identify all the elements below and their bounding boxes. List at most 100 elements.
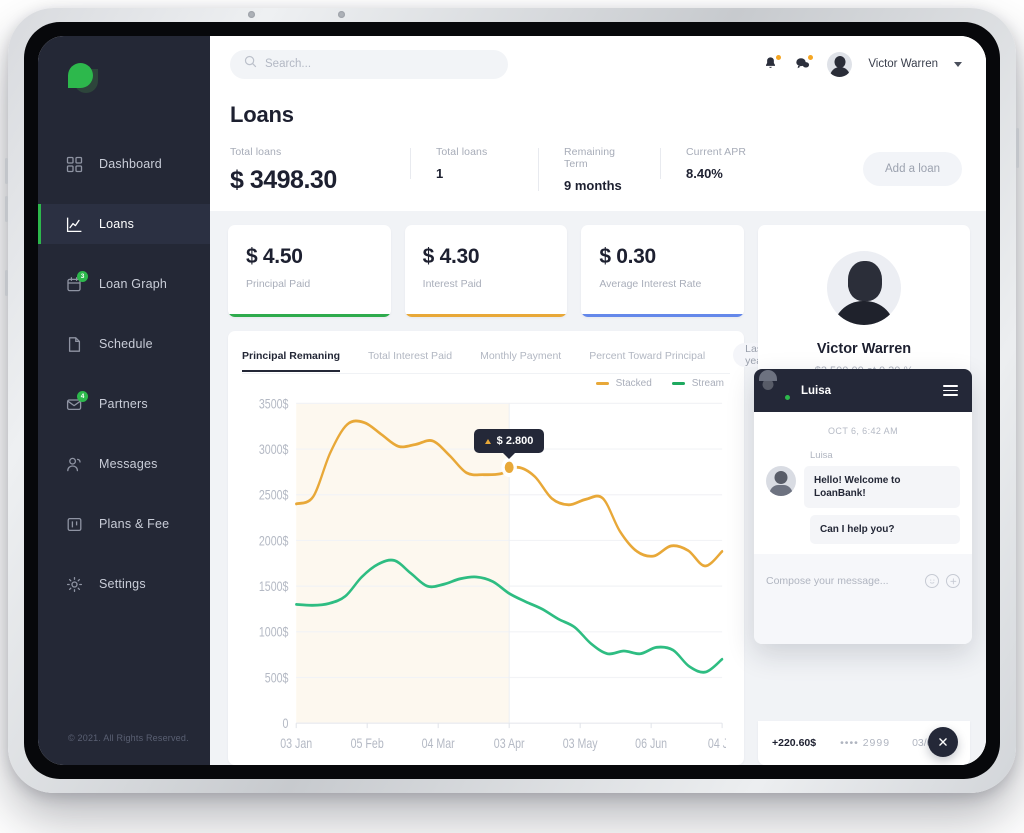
card-amount: $ 0.30	[599, 245, 656, 268]
card-principal-paid[interactable]: $ 4.50 Principal Paid	[228, 225, 391, 317]
profile-avatar	[827, 251, 901, 325]
tab-total-interest-paid[interactable]: Total Interest Paid	[368, 346, 452, 371]
stat-label: Current APR	[686, 146, 747, 158]
board-icon	[66, 516, 83, 533]
main-area: Victor Warren Loans Total loans $ 3498.3…	[210, 36, 986, 765]
sidebar-badge: 3	[77, 270, 88, 282]
tab-monthly-payment[interactable]: Monthly Payment	[480, 346, 561, 371]
svg-text:3000$: 3000$	[259, 442, 289, 458]
sidebar-nav: Dashboard Loans 3 Loan Graph Schedule 4 …	[38, 144, 210, 604]
plus-circle-icon[interactable]	[946, 574, 960, 588]
tab-principal-remaning[interactable]: Principal Remaning	[242, 346, 341, 372]
mail-icon: 4	[66, 390, 88, 413]
chat-icon[interactable]	[795, 55, 814, 72]
svg-text:04 Mar: 04 Mar	[422, 736, 455, 752]
card-caption: Principal Paid	[246, 278, 311, 290]
page-title: Loans	[230, 102, 294, 127]
topbar-actions: Victor Warren	[763, 51, 962, 77]
stat-total-loans-count: Total loans 1	[410, 146, 538, 181]
sidebar-item-partners[interactable]: 4 Partners	[38, 384, 210, 424]
app-logo[interactable]	[38, 36, 210, 120]
sidebar-item-schedule[interactable]: Schedule	[38, 324, 210, 364]
sidebar-item-label: Schedule	[99, 337, 153, 351]
chart-tooltip: $ 2.800	[473, 429, 545, 454]
sidebar-item-label: Partners	[99, 397, 148, 411]
stat-value: 9 months	[564, 178, 622, 193]
app-screen: Dashboard Loans 3 Loan Graph Schedule 4 …	[38, 36, 986, 765]
stat-value: 1	[436, 166, 444, 181]
chat-composer[interactable]: Compose your message...	[754, 554, 972, 608]
chart-plot-area: Stacked Stream $ 2.800 0 500$ 1000$ 1500…	[242, 374, 730, 765]
stat-label: Total loans	[230, 146, 282, 158]
stat-value: $ 3498.30	[230, 166, 337, 194]
stat-remaining-term: Remaining Term 9 months	[538, 146, 660, 193]
side-button[interactable]	[5, 270, 8, 296]
card-accent-bar	[404, 314, 568, 317]
card-accent-bar	[581, 314, 745, 317]
hamburger-icon[interactable]	[943, 385, 958, 396]
search-icon	[244, 55, 257, 73]
topbar: Victor Warren	[210, 36, 986, 92]
tooltip-value: $ 2.800	[496, 435, 534, 448]
search-input[interactable]	[265, 58, 494, 70]
legend-item-stacked[interactable]: Stacked	[595, 378, 652, 389]
chat-agent-name: Luisa	[801, 384, 832, 397]
sidebar-item-messages[interactable]: Messages	[38, 444, 210, 484]
card-caption: Average Interest Rate	[599, 278, 702, 290]
legend-swatch	[595, 381, 609, 386]
sidebar-item-label: Settings	[99, 577, 146, 591]
avatar[interactable]	[827, 51, 853, 77]
legend-item-stream[interactable]: Stream	[671, 378, 724, 389]
content-area: $ 4.50 Principal Paid $ 4.30 Interest Pa…	[210, 211, 986, 765]
card-interest-paid[interactable]: $ 4.30 Interest Paid	[404, 225, 568, 317]
svg-text:05 Feb: 05 Feb	[351, 736, 384, 752]
bell-icon[interactable]	[763, 55, 782, 72]
grid-icon	[66, 156, 83, 173]
transaction-amount: +220.60$	[772, 737, 817, 749]
power-button[interactable]	[1016, 128, 1019, 168]
camera-dot	[248, 11, 255, 18]
chat-header: Luisa	[754, 369, 972, 412]
chat-message-avatar	[766, 466, 796, 496]
close-icon[interactable]	[928, 727, 958, 757]
sidebar-item-loan-graph[interactable]: 3 Loan Graph	[38, 264, 210, 304]
tab-percent-toward-principal[interactable]: Percent Toward Principal	[589, 346, 705, 371]
metric-cards: $ 4.50 Principal Paid $ 4.30 Interest Pa…	[228, 225, 745, 317]
chat-messages: OCT 6, 6:42 AM Luisa Hello! Welcome to L…	[754, 412, 972, 554]
legend-swatch	[671, 381, 685, 386]
emoji-icon[interactable]	[925, 574, 939, 588]
sidebar-item-plans-fee[interactable]: Plans & Fee	[38, 504, 210, 544]
chat-message-row: Hello! Welcome to LoanBank!	[766, 466, 960, 508]
copyright-text: © 2021. All Rights Reserved.	[68, 733, 189, 743]
notification-badge	[776, 55, 782, 60]
sidebar-item-loans[interactable]: Loans	[38, 204, 210, 244]
chat-message-bubble: Can I help you?	[810, 515, 960, 544]
svg-text:04 Jul: 04 Jul	[708, 736, 726, 752]
chat-agent-avatar	[759, 370, 791, 402]
leaf-logo-icon	[68, 63, 98, 93]
right-column: Victor Warren $3,500.00 at 0.30 % +220.6…	[754, 225, 972, 765]
chat-widget: Luisa OCT 6, 6:42 AM Luisa Hello! Welcom…	[754, 369, 972, 644]
volume-down-button[interactable]	[5, 196, 8, 222]
sidebar-item-label: Dashboard	[99, 157, 162, 171]
sidebar-badge: 4	[77, 390, 88, 402]
volume-up-button[interactable]	[5, 158, 8, 184]
legend-label: Stream	[691, 378, 724, 389]
online-status-indicator	[784, 394, 791, 401]
svg-text:03 Apr: 03 Apr	[494, 736, 525, 752]
chevron-down-icon[interactable]	[954, 61, 962, 67]
stat-current-apr: Current APR 8.40%	[660, 146, 800, 181]
legend-label: Stacked	[615, 378, 652, 389]
sidebar-item-dashboard[interactable]: Dashboard	[38, 144, 210, 184]
card-average-interest-rate[interactable]: $ 0.30 Average Interest Rate	[581, 225, 745, 317]
add-loan-button[interactable]: Add a loan	[863, 152, 962, 186]
sidebar-item-settings[interactable]: Settings	[38, 564, 210, 604]
chat-message-bubble: Hello! Welcome to LoanBank!	[804, 466, 960, 508]
search-box[interactable]	[230, 49, 508, 79]
svg-text:2500$: 2500$	[259, 487, 289, 503]
svg-text:03 Jan: 03 Jan	[280, 736, 312, 752]
tablet-frame: Dashboard Loans 3 Loan Graph Schedule 4 …	[5, 8, 1019, 793]
gear-icon	[66, 576, 83, 593]
card-amount: $ 4.50	[246, 245, 303, 268]
svg-text:03 May: 03 May	[563, 736, 599, 752]
